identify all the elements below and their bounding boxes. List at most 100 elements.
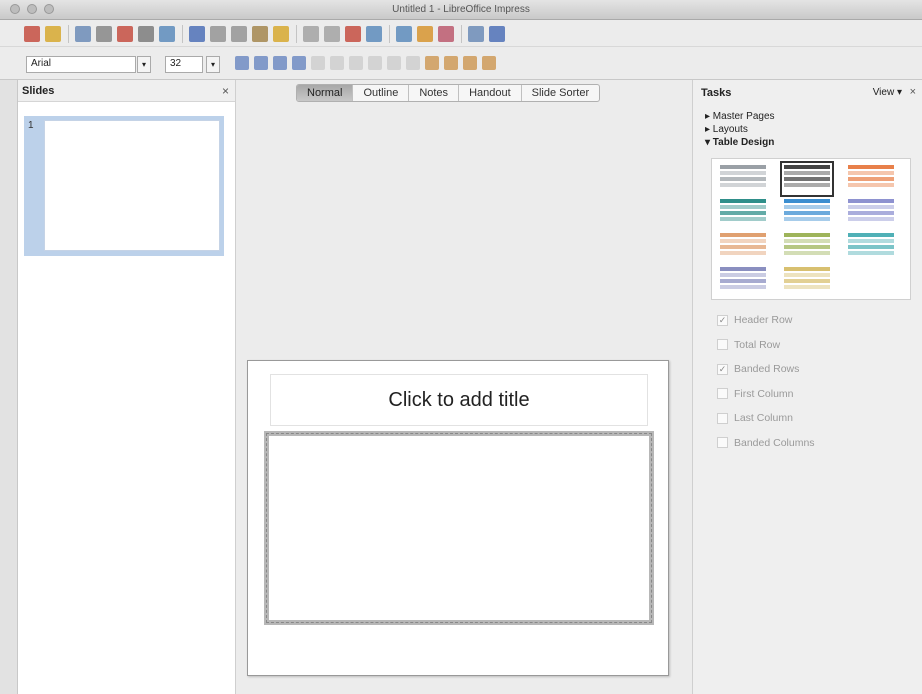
line-icon[interactable] — [425, 56, 439, 70]
open-folder-icon[interactable] — [45, 26, 61, 42]
title-placeholder[interactable]: Click to add title — [270, 374, 648, 426]
table-design-gallery — [711, 158, 911, 300]
option-last-column[interactable]: Last Column — [717, 406, 815, 431]
slides-panel-title: Slides — [22, 85, 55, 97]
print-icon[interactable] — [138, 26, 154, 42]
option-label: Total Row — [734, 338, 781, 351]
task-section-table-design[interactable]: ▾ Table Design — [705, 136, 775, 149]
main-edit-area: Normal Outline Notes Handout Slide Sorter Cl… — [236, 80, 692, 694]
clone-format-icon[interactable] — [273, 26, 289, 42]
table-style-lavender[interactable] — [848, 199, 894, 227]
font-color-icon[interactable] — [235, 56, 249, 70]
font-name-field[interactable]: Arial — [26, 56, 136, 73]
task-sections: ▸ Master Pages ▸ Layouts ▾ Table Design — [705, 110, 775, 149]
table-style-cyan[interactable] — [848, 233, 894, 261]
tab-handout[interactable]: Handout — [459, 85, 522, 101]
fontwork-icon[interactable] — [438, 26, 454, 42]
checkbox[interactable] — [717, 339, 728, 351]
table-icon[interactable] — [366, 26, 382, 42]
preview-icon[interactable] — [159, 26, 175, 42]
left-dock-edge — [0, 80, 18, 694]
table-style-teal[interactable] — [720, 199, 766, 227]
font-name-dropdown-icon[interactable]: ▾ — [137, 56, 151, 73]
area-icon[interactable] — [444, 56, 458, 70]
pdf-icon[interactable] — [117, 26, 133, 42]
option-banded-rows[interactable]: ✓ Banded Rows — [717, 357, 815, 382]
checkbox[interactable] — [717, 388, 728, 400]
underline-icon[interactable] — [292, 56, 306, 70]
table-style-black-white[interactable] — [780, 161, 834, 197]
outdent-icon[interactable] — [406, 56, 420, 70]
option-banded-columns[interactable]: Banded Columns — [717, 431, 815, 456]
checkbox[interactable]: ✓ — [717, 314, 728, 326]
task-section-label: Master Pages — [710, 111, 775, 122]
view-menu-button[interactable]: View ▾ — [873, 87, 902, 98]
font-size-dropdown-icon[interactable]: ▾ — [206, 56, 220, 73]
standard-toolbar-icons — [24, 25, 510, 43]
task-section-label: Layouts — [710, 124, 748, 135]
new-document-icon[interactable] — [24, 26, 40, 42]
bold-icon[interactable] — [254, 56, 268, 70]
table-style-gray[interactable] — [720, 165, 766, 193]
shadow-icon[interactable] — [463, 56, 477, 70]
image-icon[interactable] — [396, 26, 412, 42]
table-style-blue[interactable] — [784, 199, 830, 227]
toolbar-separator — [296, 25, 297, 43]
italic-icon[interactable] — [273, 56, 287, 70]
position-icon[interactable] — [482, 56, 496, 70]
undo-icon[interactable] — [303, 26, 319, 42]
indent-icon[interactable] — [387, 56, 401, 70]
tasks-panel: Tasks View ▾ × ▸ Master Pages ▸ Layouts ▾ … — [692, 80, 922, 694]
tab-slide-sorter[interactable]: Slide Sorter — [522, 85, 599, 101]
toolbar-separator — [182, 25, 183, 43]
toolbar-separator — [461, 25, 462, 43]
copy-icon[interactable] — [231, 26, 247, 42]
checkbox[interactable]: ✓ — [717, 363, 728, 375]
option-header-row[interactable]: ✓ Header Row — [717, 308, 815, 333]
close-icon[interactable]: × — [910, 86, 916, 98]
paste-icon[interactable] — [252, 26, 268, 42]
slide-thumbnail[interactable] — [44, 120, 220, 251]
align-left-icon[interactable] — [311, 56, 325, 70]
checkbox[interactable] — [717, 437, 728, 449]
task-section-layouts[interactable]: ▸ Layouts — [705, 123, 775, 136]
option-total-row[interactable]: Total Row — [717, 333, 815, 358]
table-style-peach[interactable] — [720, 233, 766, 261]
option-label: Last Column — [734, 412, 793, 425]
table-style-sand[interactable] — [784, 267, 830, 295]
save-icon[interactable] — [75, 26, 91, 42]
content-placeholder[interactable] — [264, 431, 654, 625]
help-icon[interactable] — [489, 26, 505, 42]
formatting-toolbar-icons — [235, 56, 501, 70]
option-label: Header Row — [734, 314, 793, 327]
task-section-master-pages[interactable]: ▸ Master Pages — [705, 110, 775, 123]
checkbox[interactable] — [717, 412, 728, 424]
bullets-icon[interactable] — [368, 56, 382, 70]
table-style-orange[interactable] — [848, 165, 894, 193]
option-first-column[interactable]: First Column — [717, 382, 815, 407]
tab-outline[interactable]: Outline — [353, 85, 410, 101]
table-style-slate[interactable] — [720, 267, 766, 295]
chart-icon[interactable] — [345, 26, 361, 42]
view-tabs: Normal Outline Notes Handout Slide Sorter — [296, 84, 601, 102]
align-center-icon[interactable] — [330, 56, 344, 70]
window-titlebar: Untitled 1 - LibreOffice Impress — [0, 0, 922, 20]
export-icon[interactable] — [96, 26, 112, 42]
slide-show-icon[interactable] — [468, 26, 484, 42]
zoom-icon[interactable] — [417, 26, 433, 42]
font-size-field[interactable]: 32 — [165, 56, 203, 73]
tab-normal[interactable]: Normal — [297, 85, 354, 101]
cut-icon[interactable] — [210, 26, 226, 42]
close-icon[interactable]: × — [222, 84, 229, 98]
table-style-olive[interactable] — [784, 233, 830, 261]
spellcheck-icon[interactable] — [189, 26, 205, 42]
task-section-label: Table Design — [710, 137, 775, 148]
option-label: Banded Rows — [734, 363, 800, 376]
formatting-toolbar: Arial ▾ 32 ▾ — [0, 47, 922, 80]
slide-canvas[interactable]: Click to add title — [247, 360, 669, 676]
align-right-icon[interactable] — [349, 56, 363, 70]
slide-thumbnail-selected[interactable]: 1 — [24, 116, 224, 256]
redo-icon[interactable] — [324, 26, 340, 42]
tab-notes[interactable]: Notes — [409, 85, 460, 101]
slides-panel: Slides × 1 — [18, 80, 236, 694]
